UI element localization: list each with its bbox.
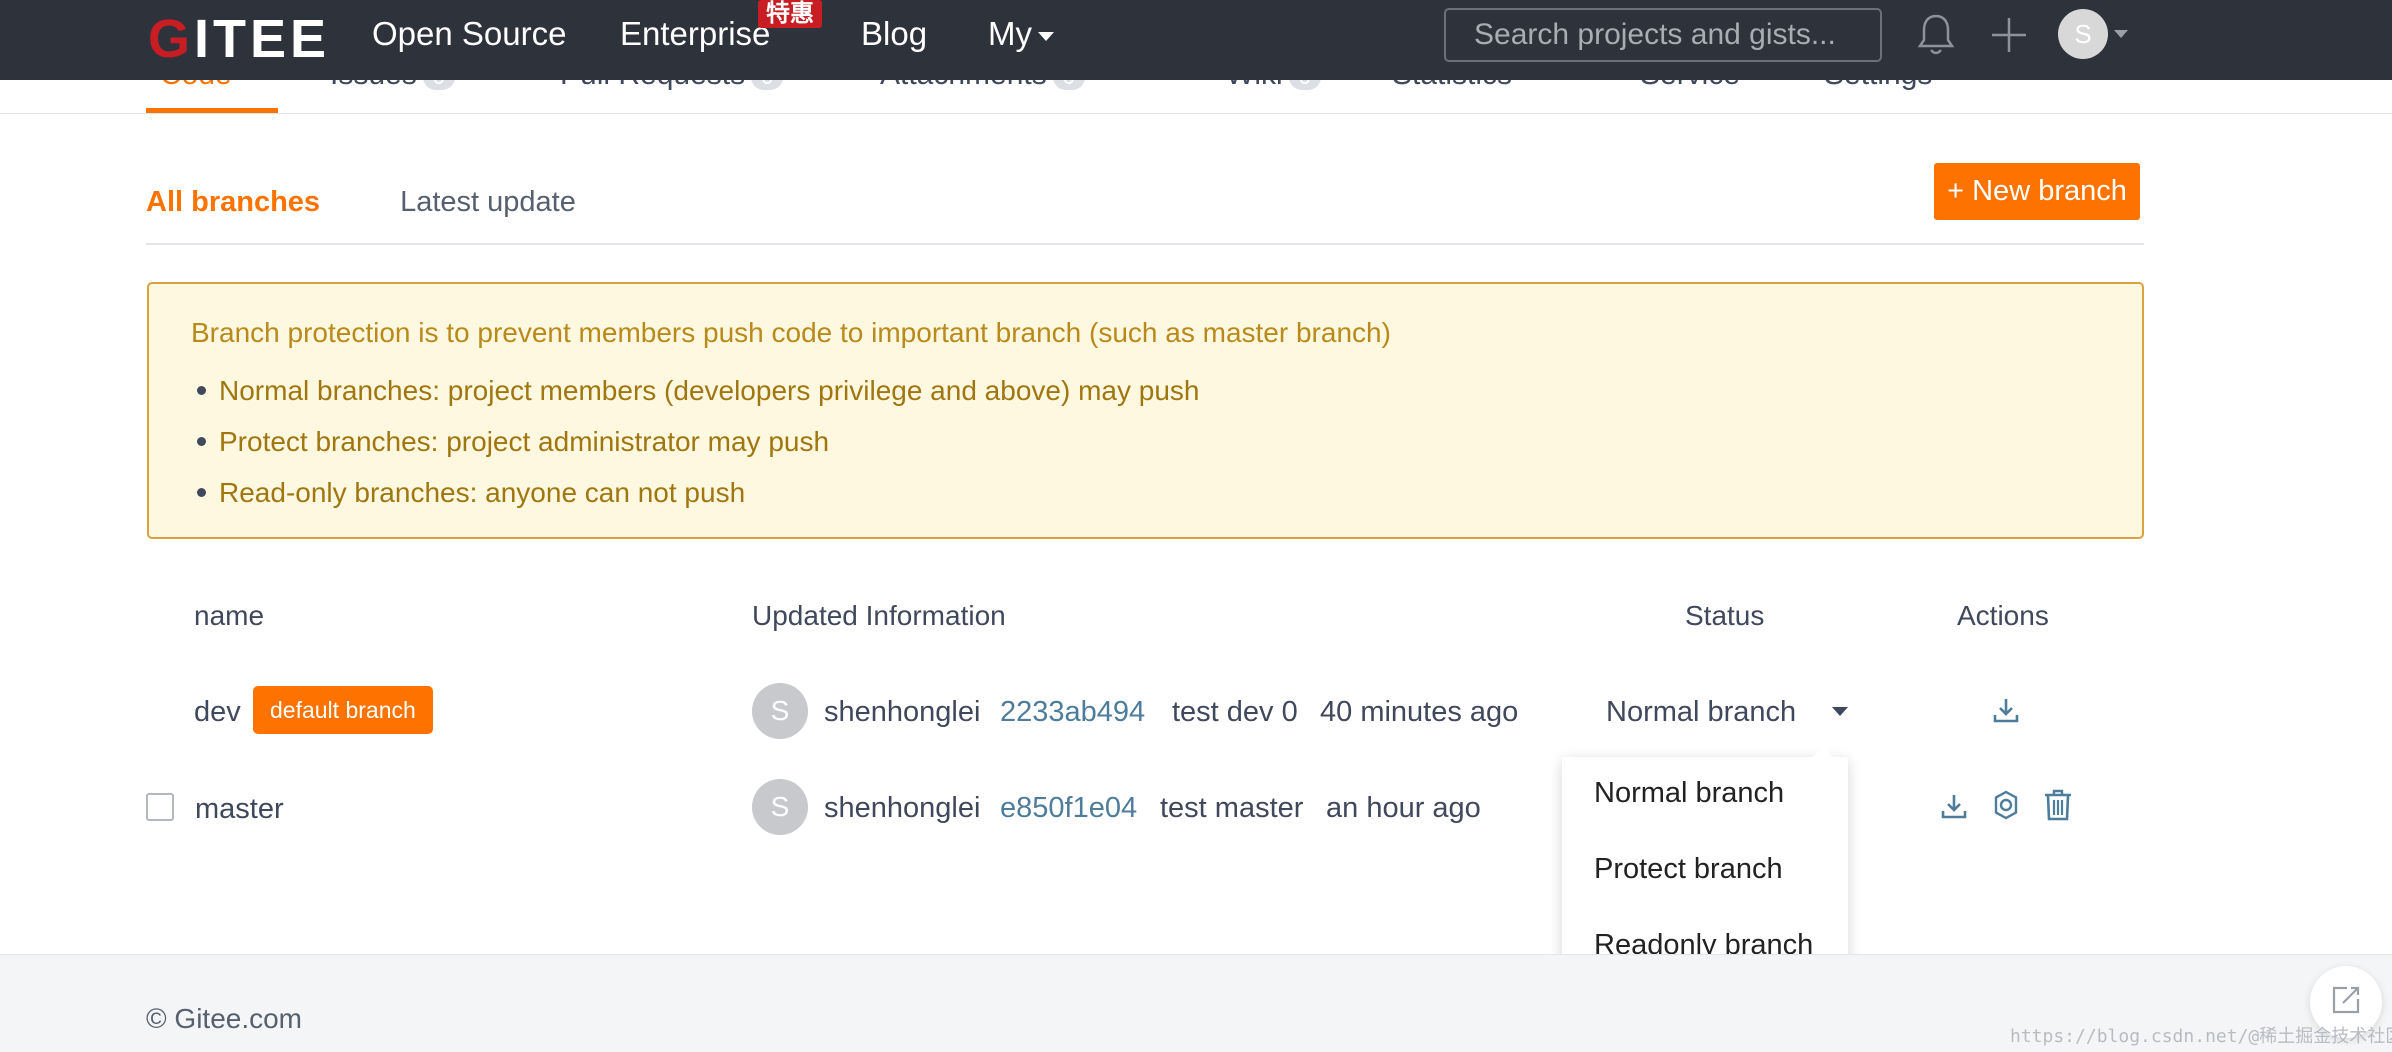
top-navbar: GITEE Open Source Enterprise 特惠 Blog My … bbox=[0, 0, 2392, 80]
branch-filter-tabs: All branches Latest update bbox=[146, 182, 576, 222]
commit-message[interactable]: test master bbox=[1160, 788, 1303, 828]
plus-icon[interactable] bbox=[1990, 16, 2028, 59]
tab-statistics[interactable]: Statistics bbox=[1392, 80, 1512, 92]
default-branch-badge: default branch bbox=[253, 686, 433, 734]
download-icon[interactable] bbox=[1938, 790, 1970, 822]
gear-icon[interactable] bbox=[1990, 789, 2022, 821]
commit-time: an hour ago bbox=[1326, 792, 1481, 824]
nav-blog[interactable]: Blog bbox=[861, 14, 927, 54]
search-box[interactable] bbox=[1444, 8, 1882, 62]
commit-message[interactable]: test dev 0 bbox=[1172, 692, 1298, 732]
nav-enterprise[interactable]: Enterprise bbox=[620, 14, 770, 54]
chevron-down-icon bbox=[1038, 31, 1054, 41]
nav-open-source[interactable]: Open Source bbox=[372, 14, 566, 54]
footer-copyright: © Gitee.com bbox=[146, 1003, 303, 1034]
tab-pull-requests[interactable]: Pull Requests0 bbox=[560, 80, 784, 92]
notice-item-protect: Protect branches: project administrator … bbox=[197, 416, 2100, 467]
tab-wiki[interactable]: Wiki0 bbox=[1226, 80, 1321, 92]
active-tab-indicator bbox=[146, 108, 278, 113]
tab-attachments[interactable]: Attachments0 bbox=[880, 80, 1085, 92]
notice-headline: Branch protection is to prevent members … bbox=[191, 317, 1391, 348]
author-name[interactable]: shenhonglei bbox=[824, 788, 980, 828]
repo-tabs: Code Issues0 Pull Requests0 Attachments0… bbox=[0, 80, 2392, 114]
status-select[interactable]: Normal branch bbox=[1606, 692, 1796, 732]
commit-sha[interactable]: e850f1e04 bbox=[1000, 788, 1137, 828]
option-protect-branch[interactable]: Protect branch bbox=[1562, 851, 1848, 927]
author-avatar[interactable]: S bbox=[752, 683, 808, 739]
commit-sha[interactable]: 2233ab494 bbox=[1000, 692, 1145, 732]
branch-name-master[interactable]: master bbox=[195, 789, 284, 829]
header-updated-info: Updated Information bbox=[752, 600, 1006, 631]
notice-item-normal: Normal branches: project members (develo… bbox=[197, 365, 2100, 416]
option-normal-branch[interactable]: Normal branch bbox=[1562, 775, 1848, 851]
chevron-down-icon[interactable] bbox=[2114, 30, 2128, 38]
tab-latest-update[interactable]: Latest update bbox=[400, 182, 576, 222]
edit-icon bbox=[2329, 983, 2363, 1022]
tab-code[interactable]: Code bbox=[160, 80, 232, 92]
header-status: Status bbox=[1685, 600, 1765, 631]
caret-down-icon[interactable] bbox=[1832, 707, 1848, 716]
bell-icon[interactable] bbox=[1916, 12, 1956, 63]
gitee-logo[interactable]: GITEE bbox=[148, 9, 330, 69]
branch-protection-notice: Branch protection is to prevent members … bbox=[147, 282, 2144, 539]
author-name[interactable]: shenhonglei bbox=[824, 692, 980, 732]
author-avatar[interactable]: S bbox=[752, 779, 808, 835]
tab-issues[interactable]: Issues0 bbox=[330, 80, 455, 92]
branch-checkbox[interactable] bbox=[146, 793, 174, 821]
header-actions: Actions bbox=[1957, 600, 2049, 631]
new-branch-button[interactable]: + New branch bbox=[1934, 163, 2140, 220]
notice-item-readonly: Read-only branches: anyone can not push bbox=[197, 467, 2100, 518]
nav-my-menu[interactable]: My bbox=[988, 14, 1054, 54]
tab-settings[interactable]: Settings bbox=[1824, 80, 1932, 92]
divider bbox=[146, 243, 2144, 245]
watermark: https://blog.csdn.net/@稀土掘金技术社区 bbox=[2010, 1026, 2392, 1047]
trash-icon[interactable] bbox=[2042, 788, 2074, 821]
search-input[interactable] bbox=[1446, 10, 1880, 60]
status-dropdown-menu: Normal branch Protect branch Readonly br… bbox=[1562, 747, 1848, 987]
header-name: name bbox=[194, 600, 265, 631]
user-avatar[interactable]: S bbox=[2058, 9, 2108, 59]
commit-time: 40 minutes ago bbox=[1320, 696, 1519, 728]
notice-list: Normal branches: project members (develo… bbox=[197, 365, 2100, 518]
branch-name-dev[interactable]: dev bbox=[194, 692, 241, 732]
tab-service[interactable]: Service bbox=[1640, 80, 1740, 92]
download-icon[interactable] bbox=[1990, 694, 2022, 726]
hot-deal-badge: 特惠 bbox=[758, 0, 822, 28]
tab-all-branches[interactable]: All branches bbox=[146, 182, 320, 222]
